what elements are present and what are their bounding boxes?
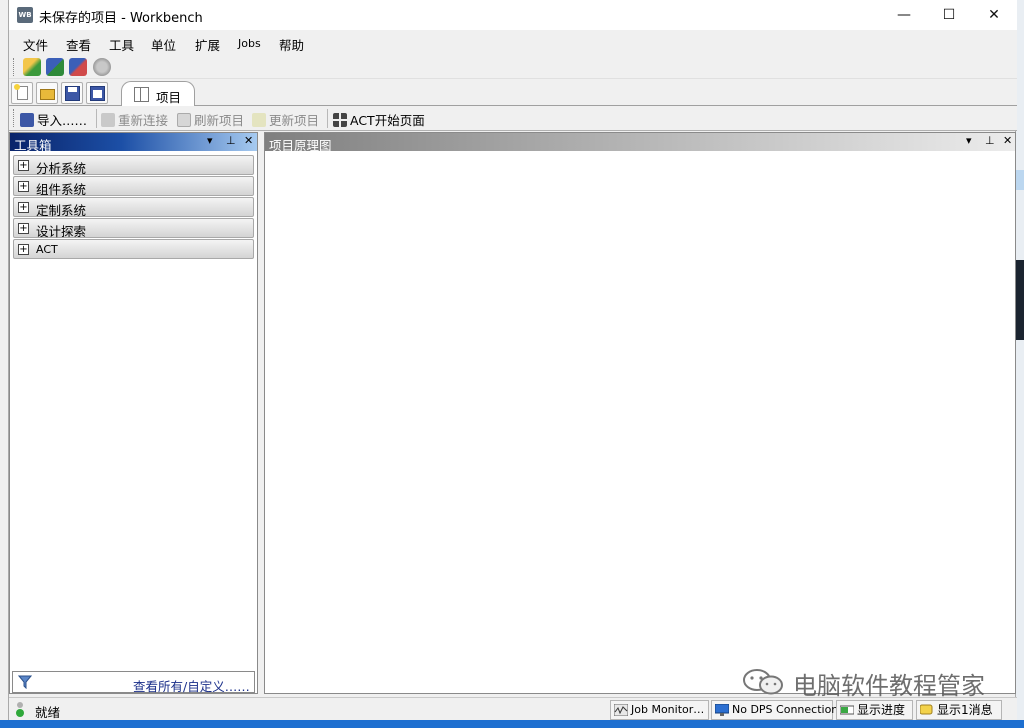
category-label: 定制系统 (36, 203, 87, 218)
menu-jobs[interactable]: Jobs (238, 37, 261, 50)
show-messages-button[interactable]: 显示1消息 (916, 700, 1002, 720)
category-label: 分析系统 (36, 161, 87, 176)
expand-icon: + (18, 202, 29, 213)
watermark-text: 电脑软件教程管家 (793, 672, 985, 700)
import-button[interactable]: 导入…… (20, 110, 87, 129)
update-project-button[interactable]: 更新项目 (252, 110, 319, 129)
maximize-button[interactable]: ☐ (926, 0, 972, 30)
refresh-project-button[interactable]: 刷新项目 (177, 110, 244, 129)
toolbox-title: 工具箱 (14, 138, 52, 153)
toolbar-separator (327, 109, 328, 128)
toolbox-category-act[interactable]: + ACT (13, 239, 254, 259)
status-text: 就绪 (35, 705, 61, 720)
toolbox-footer: 查看所有/自定义…… (12, 671, 255, 695)
view-all-customize-link[interactable]: 查看所有/自定义…… (133, 676, 250, 695)
toolbox-category-component[interactable]: + 组件系统 (13, 176, 254, 197)
menu-bar: 文件 查看 工具 单位 扩展 Jobs 帮助 (9, 30, 1017, 55)
menu-view[interactable]: 查看 (66, 35, 91, 54)
project-schematic-panel: 项目原理图 ▾ ⊥ ✕ (264, 132, 1016, 694)
minimize-button[interactable]: — (881, 0, 927, 30)
toolbox-header: 工具箱 ▾ ⊥ ✕ (10, 133, 257, 153)
import-label: 导入…… (37, 113, 88, 128)
progress-icon (840, 705, 854, 715)
progress-label: 显示进度 (857, 703, 906, 717)
wechat-logo-icon (743, 669, 783, 695)
close-window-button[interactable]: ✕ (971, 0, 1017, 30)
expand-icon: + (18, 244, 29, 255)
desktop-left-edge (0, 0, 8, 728)
dps-label: No DPS Connection (732, 703, 839, 716)
schematic-dropdown-icon[interactable]: ▾ (966, 134, 972, 147)
expand-icon: + (18, 223, 29, 234)
toolbox-category-custom[interactable]: + 定制系统 (13, 197, 254, 218)
schematic-pin-icon[interactable]: ⊥ (985, 134, 995, 147)
schematic-tab-icon (134, 87, 149, 102)
archive-icon[interactable] (93, 58, 111, 76)
save-as-large-icon[interactable] (86, 82, 108, 104)
toolbar-grip[interactable] (13, 109, 16, 127)
reconnect-button[interactable]: 重新连接 (101, 110, 168, 129)
act-start-page-button[interactable]: ACT开始页面 (333, 110, 425, 129)
job-monitor-button[interactable]: Job Monitor… (610, 700, 709, 720)
act-start-label: ACT开始页面 (350, 113, 425, 128)
tab-row: 项目 (9, 79, 1017, 107)
desktop-background (1016, 0, 1024, 728)
toolbox-category-analysis[interactable]: + 分析系统 (13, 155, 254, 176)
refresh-icon (177, 113, 191, 127)
schematic-header: 项目原理图 ▾ ⊥ ✕ (265, 133, 1015, 153)
dps-monitor-icon (715, 704, 729, 716)
update-label: 更新项目 (269, 113, 320, 128)
menu-extensions[interactable]: 扩展 (195, 35, 220, 54)
project-toolbar: 导入…… 重新连接 刷新项目 更新项目 ACT开始页面 (9, 106, 1017, 131)
expand-icon: + (18, 160, 29, 171)
lightning-icon (252, 113, 266, 127)
status-light-icon (16, 702, 24, 717)
save-as-icon[interactable] (69, 58, 87, 76)
toolbox-category-design-exploration[interactable]: + 设计探索 (13, 218, 254, 239)
open-folder-icon[interactable] (36, 82, 58, 104)
toolbox-panel: 工具箱 ▾ ⊥ ✕ + 分析系统 + 组件系统 + 定制系统 + 设计探索 + … (9, 132, 258, 694)
save-project-icon[interactable] (46, 58, 64, 76)
workbench-app-icon: WB (17, 7, 33, 23)
import-icon (20, 113, 34, 127)
dps-connection-button[interactable]: No DPS Connection (711, 700, 838, 720)
messages-label: 显示1消息 (937, 703, 993, 717)
schematic-canvas[interactable] (265, 151, 1015, 693)
toolbox-close-icon[interactable]: ✕ (244, 134, 253, 147)
taskbar-strip (0, 720, 1024, 728)
refresh-label: 刷新项目 (194, 113, 245, 128)
workbench-window: WB 未保存的项目 - Workbench — ☐ ✕ 文件 查看 工具 单位 … (8, 0, 1017, 720)
open-project-icon[interactable] (23, 58, 41, 76)
toolbar-separator (96, 109, 97, 128)
save-icon[interactable] (61, 82, 83, 104)
show-progress-button[interactable]: 显示进度 (836, 700, 913, 720)
reconnect-label: 重新连接 (118, 113, 169, 128)
grid-icon (333, 113, 347, 127)
toolbox-dropdown-icon[interactable]: ▾ (207, 134, 213, 147)
title-bar: WB 未保存的项目 - Workbench — ☐ ✕ (9, 0, 1017, 30)
quick-toolbar (9, 55, 1017, 79)
menu-file[interactable]: 文件 (23, 35, 48, 54)
reconnect-icon (101, 113, 115, 127)
tab-project-label: 项目 (156, 90, 182, 105)
message-icon (920, 704, 933, 715)
menu-help[interactable]: 帮助 (279, 35, 304, 54)
tab-project[interactable]: 项目 (121, 81, 195, 107)
menu-units[interactable]: 单位 (151, 35, 176, 54)
window-title: 未保存的项目 - Workbench (39, 11, 203, 26)
category-label: 设计探索 (36, 224, 87, 239)
new-file-icon[interactable] (11, 82, 33, 104)
category-label: ACT (36, 243, 58, 256)
expand-icon: + (18, 181, 29, 192)
job-monitor-label: Job Monitor… (631, 703, 705, 716)
category-label: 组件系统 (36, 182, 87, 197)
menu-tools[interactable]: 工具 (109, 35, 134, 54)
schematic-close-icon[interactable]: ✕ (1003, 134, 1012, 147)
filter-icon[interactable] (18, 675, 32, 689)
job-monitor-icon (614, 704, 628, 716)
toolbox-pin-icon[interactable]: ⊥ (226, 134, 236, 147)
toolbar-grip[interactable] (13, 58, 16, 76)
